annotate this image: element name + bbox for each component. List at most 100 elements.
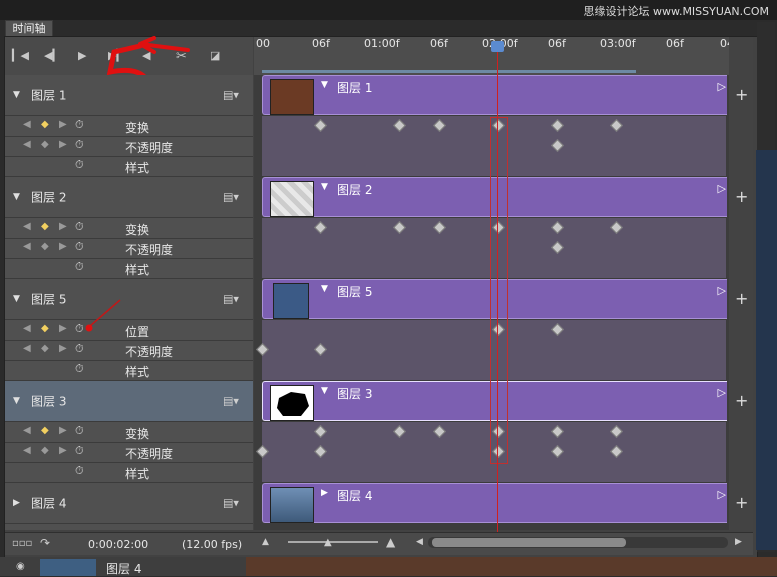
stopwatch-icon[interactable]: ⏱ <box>75 322 84 336</box>
keyframe-toggle-icon[interactable]: ◆ <box>41 323 49 334</box>
stopwatch-icon[interactable]: ⏱ <box>75 464 84 478</box>
prev-key-icon[interactable]: ◀ <box>23 323 31 334</box>
property-label: 位置 <box>125 325 150 339</box>
stopwatch-icon[interactable]: ⏱ <box>75 220 84 234</box>
playhead-handle[interactable] <box>491 41 504 52</box>
layer-clip[interactable]: ▼ 图层 1 ▷ <box>262 75 727 115</box>
clip-end-icon[interactable]: ▷ <box>718 182 726 195</box>
property-row[interactable]: ◀ ◆ ▶ ⏱ 位置 <box>5 320 253 341</box>
keyframe-toggle-icon[interactable]: ◆ <box>41 343 49 354</box>
stopwatch-icon[interactable]: ⏱ <box>75 342 84 356</box>
expand-triangle-icon[interactable]: ▼ <box>13 192 20 202</box>
clip-expand-icon[interactable]: ▶ <box>321 488 328 498</box>
prev-frame-icon[interactable]: ◀▎ <box>44 49 61 62</box>
clip-end-icon[interactable]: ▷ <box>718 80 726 93</box>
stopwatch-icon[interactable]: ⏱ <box>75 240 84 254</box>
film-menu-icon[interactable]: ▤▾ <box>223 191 239 204</box>
property-row[interactable]: ◀ ◆ ▶ ⏱ 不透明度 <box>5 238 253 259</box>
horizontal-scrollbar-thumb[interactable] <box>432 538 626 547</box>
expand-triangle-icon[interactable]: ▼ <box>13 294 20 304</box>
expand-triangle-icon[interactable]: ▶ <box>13 498 20 508</box>
keyframe-toggle-icon[interactable]: ◆ <box>41 221 49 232</box>
clip-end-icon[interactable]: ▷ <box>718 488 726 501</box>
property-row[interactable]: ◀ ◆ ▶ ⏱ 不透明度 <box>5 340 253 361</box>
layer-clip[interactable]: ▶ 图层 4 ▷ <box>262 483 727 523</box>
clip-expand-icon[interactable]: ▼ <box>321 80 328 90</box>
stopwatch-icon[interactable]: ⏱ <box>75 362 84 376</box>
prev-key-icon[interactable]: ◀ <box>23 241 31 252</box>
add-media-button[interactable]: + <box>735 187 748 206</box>
keyframe-toggle-icon[interactable]: ◆ <box>41 139 49 150</box>
stopwatch-icon[interactable]: ⏱ <box>75 444 84 458</box>
expand-triangle-icon[interactable]: ▼ <box>13 396 20 406</box>
film-menu-icon[interactable]: ▤▾ <box>223 395 239 408</box>
add-media-button[interactable]: + <box>735 85 748 104</box>
layer-row[interactable]: ▼ 图层 5 ▤▾ <box>5 279 253 320</box>
next-key-icon[interactable]: ▶ <box>59 139 67 150</box>
clip-end-icon[interactable]: ▷ <box>718 284 726 297</box>
film-menu-icon[interactable]: ▤▾ <box>223 497 239 510</box>
prev-key-icon[interactable]: ◀ <box>23 139 31 150</box>
next-key-icon[interactable]: ▶ <box>59 323 67 334</box>
prev-key-icon[interactable]: ◀ <box>23 343 31 354</box>
prev-key-icon[interactable]: ◀ <box>23 221 31 232</box>
layer-row[interactable]: ▶ 图层 4 ▤▾ <box>5 483 253 524</box>
add-media-button[interactable]: + <box>735 391 748 410</box>
layer-row[interactable]: ▼ 图层 1 ▤▾ <box>5 75 253 116</box>
clip-expand-icon[interactable]: ▼ <box>321 386 328 396</box>
film-menu-icon[interactable]: ▤▾ <box>223 89 239 102</box>
timeline-tab[interactable]: 时间轴 <box>5 20 53 37</box>
next-key-icon[interactable]: ▶ <box>59 425 67 436</box>
zoom-slider-knob[interactable]: ▲ <box>324 537 332 548</box>
property-row[interactable]: ◀ ◆ ▶ ⏱ 变换 <box>5 218 253 239</box>
property-row[interactable]: ⏱ 样式 <box>5 156 253 177</box>
scroll-right-icon[interactable]: ▶ <box>735 537 742 547</box>
property-row[interactable]: ⏱ 样式 <box>5 360 253 381</box>
next-key-icon[interactable]: ▶ <box>59 343 67 354</box>
prev-key-icon[interactable]: ◀ <box>23 445 31 456</box>
add-media-button[interactable]: + <box>735 493 748 512</box>
stopwatch-icon[interactable]: ⏱ <box>75 260 84 274</box>
property-row[interactable]: ◀ ◆ ▶ ⏱ 不透明度 <box>5 136 253 157</box>
add-media-button[interactable]: + <box>735 289 748 308</box>
keyframe-toggle-icon[interactable]: ◆ <box>41 445 49 456</box>
next-key-icon[interactable]: ▶ <box>59 445 67 456</box>
zoom-out-icon[interactable]: ▲ <box>262 537 269 547</box>
zoom-in-icon[interactable]: ▲ <box>386 535 395 549</box>
keyframe-toggle-icon[interactable]: ◆ <box>41 241 49 252</box>
frame-mode-icon[interactable]: ▫▫▫ <box>12 538 32 549</box>
keyframe-toggle-icon[interactable]: ◆ <box>41 119 49 130</box>
stopwatch-icon[interactable]: ⏱ <box>75 138 84 152</box>
next-key-icon[interactable]: ▶ <box>59 241 67 252</box>
next-key-icon[interactable]: ▶ <box>59 119 67 130</box>
property-row[interactable]: ⏱ 样式 <box>5 462 253 483</box>
play-icon[interactable]: ▶ <box>78 49 86 62</box>
transition-icon[interactable]: ◪ <box>210 49 220 62</box>
work-area-bar[interactable] <box>262 70 636 73</box>
stopwatch-icon[interactable]: ⏱ <box>75 118 84 132</box>
film-menu-icon[interactable]: ▤▾ <box>223 293 239 306</box>
playhead-line[interactable] <box>497 44 498 532</box>
expand-triangle-icon[interactable]: ▼ <box>13 90 20 100</box>
first-frame-icon[interactable]: ▎◀ <box>12 49 29 62</box>
layer-row[interactable]: ▼ 图层 2 ▤▾ <box>5 177 253 218</box>
property-track[interactable] <box>262 462 726 483</box>
scroll-left-icon[interactable]: ◀ <box>416 537 423 547</box>
property-row[interactable]: ◀ ◆ ▶ ⏱ 变换 <box>5 116 253 137</box>
convert-icon[interactable]: ↷ <box>40 536 50 550</box>
keyframe-toggle-icon[interactable]: ◆ <box>41 425 49 436</box>
next-key-icon[interactable]: ▶ <box>59 221 67 232</box>
clip-end-icon[interactable]: ▷ <box>718 386 726 399</box>
clip-expand-icon[interactable]: ▼ <box>321 182 328 192</box>
prev-key-icon[interactable]: ◀ <box>23 119 31 130</box>
layer-row-selected[interactable]: ▼ 图层 3 ▤▾ <box>5 381 253 422</box>
property-row[interactable]: ⏱ 样式 <box>5 258 253 279</box>
zoom-slider[interactable] <box>288 541 378 543</box>
prev-key-icon[interactable]: ◀ <box>23 425 31 436</box>
clip-expand-icon[interactable]: ▼ <box>321 284 328 294</box>
property-row[interactable]: ◀ ◆ ▶ ⏱ 不透明度 <box>5 442 253 463</box>
stopwatch-icon[interactable]: ⏱ <box>75 424 84 438</box>
stopwatch-icon[interactable]: ⏱ <box>75 158 84 172</box>
visibility-eye-icon[interactable]: ◉ <box>16 561 25 572</box>
property-row[interactable]: ◀ ◆ ▶ ⏱ 变换 <box>5 422 253 443</box>
